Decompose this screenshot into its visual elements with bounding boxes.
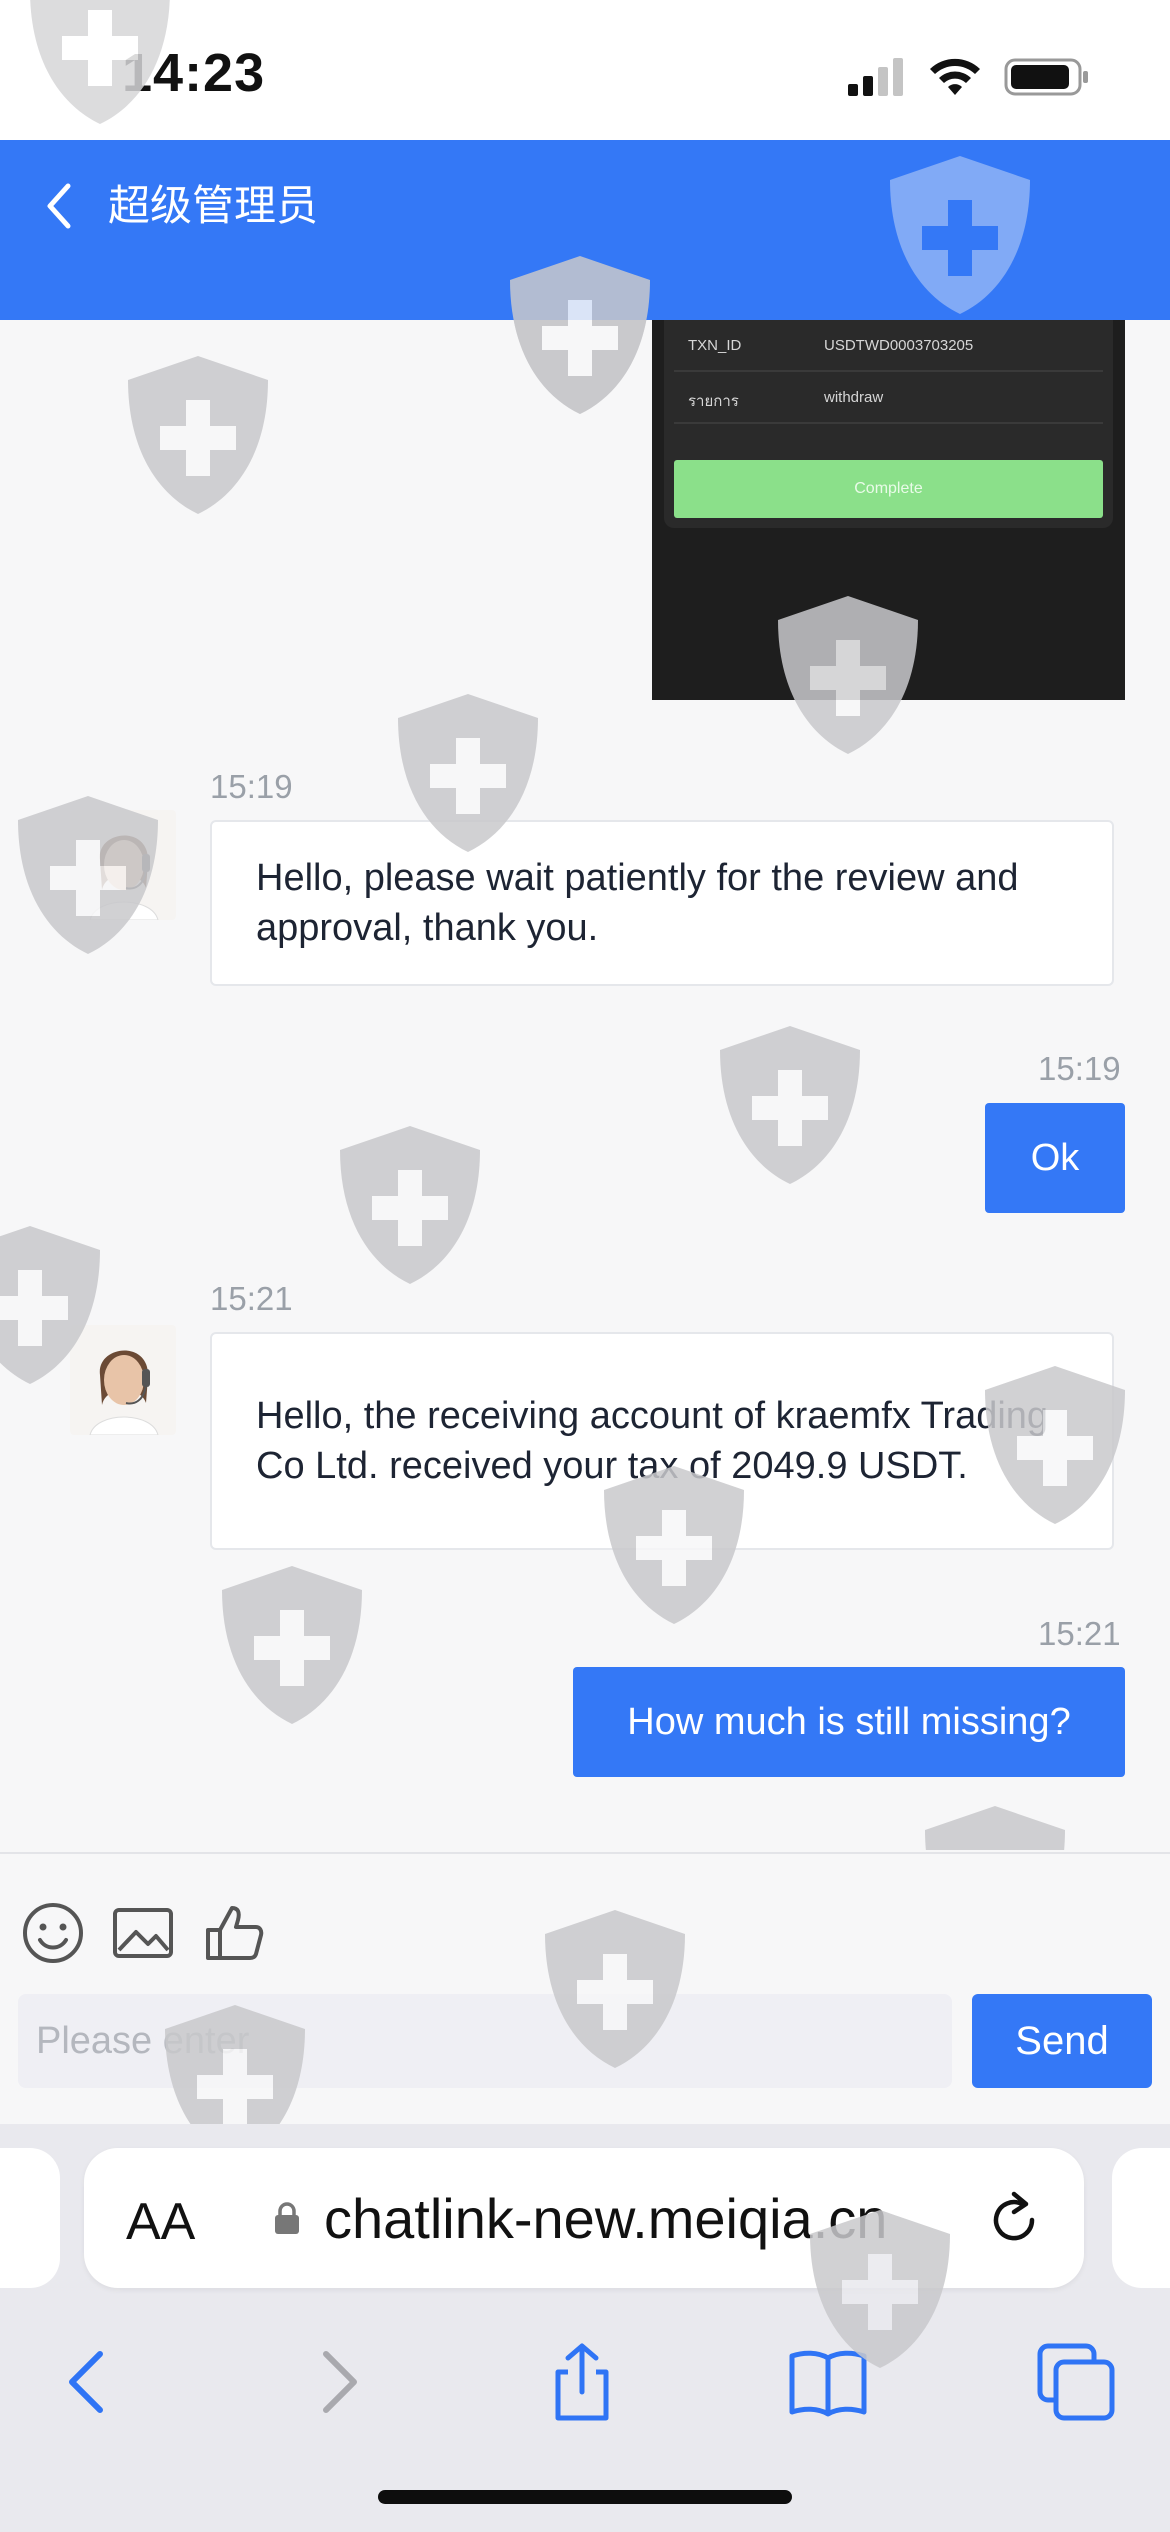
incoming-message-bubble: Hello, please wait patiently for the rev…	[210, 820, 1114, 986]
receipt-row: TXN_ID USDTWD0003703205	[674, 320, 1103, 372]
wifi-icon	[930, 58, 980, 95]
forward-icon[interactable]	[296, 2340, 380, 2424]
watermark-shield-icon	[18, 796, 158, 954]
outgoing-message-bubble: How much is still missing?	[573, 1667, 1125, 1777]
cellular-signal-icon	[848, 58, 903, 96]
chat-messages[interactable]: TXN_ID USDTWD0003703205 รายการ withdraw …	[0, 320, 1170, 1850]
receipt-row: รายการ withdraw	[674, 372, 1103, 424]
message-timestamp: 15:19	[1038, 1050, 1121, 1087]
watermark-shield-icon	[778, 596, 918, 754]
watermark-shield-icon	[340, 1126, 480, 1284]
image-icon[interactable]	[110, 1900, 176, 1966]
emoji-icon[interactable]	[20, 1900, 86, 1966]
watermark-shield-icon	[545, 1910, 685, 2068]
reload-icon[interactable]	[984, 2186, 1044, 2250]
message-composer: Send	[0, 1852, 1170, 2163]
message-timestamp: 15:19	[210, 768, 293, 805]
thumbs-up-icon[interactable]	[202, 1900, 268, 1966]
watermark-shield-icon	[398, 694, 538, 852]
watermark-shield-icon	[604, 1466, 744, 1624]
previous-tab-preview[interactable]	[0, 2148, 60, 2288]
watermark-shield-icon	[510, 256, 650, 414]
watermark-shield-icon	[925, 1806, 1065, 1850]
browser-nav-bar	[0, 2320, 1170, 2450]
watermark-shield-icon	[890, 156, 1030, 314]
receipt-card: TXN_ID USDTWD0003703205 รายการ withdraw …	[664, 320, 1113, 528]
share-icon[interactable]	[540, 2340, 624, 2424]
watermark-shield-icon	[0, 1226, 100, 1384]
text-size-button[interactable]: AA	[126, 2192, 195, 2252]
lock-icon	[275, 2202, 299, 2234]
watermark-shield-icon	[30, 0, 170, 124]
send-button[interactable]: Send	[972, 1994, 1152, 2088]
browser-toolbar: AA chatlink-new.meiqia.cn	[0, 2124, 1170, 2532]
watermark-shield-icon	[128, 356, 268, 514]
watermark-shield-icon	[985, 1366, 1125, 1524]
receipt-complete-button: Complete	[674, 460, 1103, 518]
next-tab-preview[interactable]	[1112, 2148, 1170, 2288]
back-chevron-icon[interactable]	[38, 176, 82, 236]
chat-title: 超级管理员	[108, 182, 319, 229]
outgoing-message-bubble: Ok	[985, 1103, 1125, 1213]
watermark-shield-icon	[222, 1566, 362, 1724]
tabs-icon[interactable]	[1034, 2340, 1118, 2424]
message-timestamp: 15:21	[1038, 1615, 1121, 1652]
home-indicator[interactable]	[378, 2490, 792, 2504]
status-icons	[848, 52, 1090, 102]
battery-icon	[1004, 58, 1088, 96]
message-timestamp: 15:21	[210, 1280, 293, 1317]
watermark-shield-icon	[810, 2210, 950, 2368]
back-icon[interactable]	[46, 2340, 130, 2424]
watermark-shield-icon	[720, 1026, 860, 1184]
